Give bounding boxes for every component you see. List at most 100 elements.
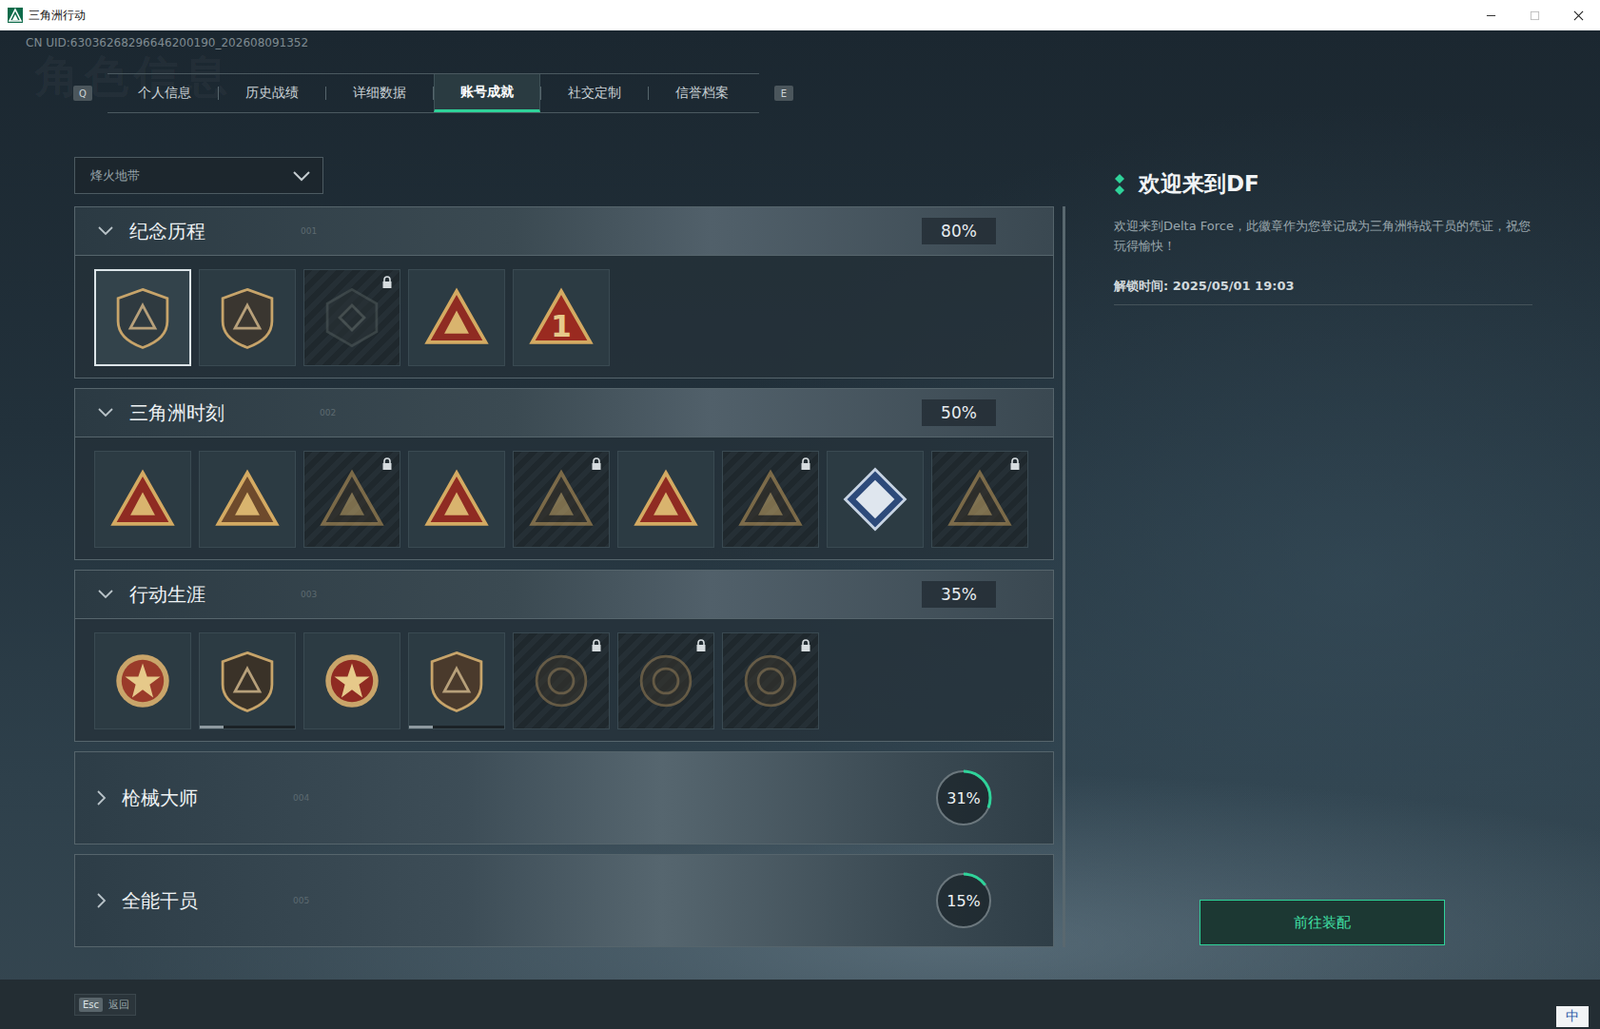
player-uid: CN UID:63036268296646200190_202608091352 [25,36,1600,50]
lock-icon [695,639,707,653]
section-title: 全能干员 [121,888,198,915]
tab[interactable]: 个人信息 [111,74,218,113]
title-bar: 三角洲行动 [0,0,1600,31]
diamond-marker-icon [1113,173,1126,196]
collapsed-section[interactable]: 枪械大师 004 31% [74,751,1054,845]
badge-progress-bar [199,725,295,729]
badge-tile[interactable] [303,450,401,548]
section-code: 003 [300,589,317,600]
chevron-right-icon [96,788,108,808]
badge-icon [107,464,178,535]
badge-icon [944,464,1015,535]
badge-icon [630,464,702,535]
back-button[interactable]: Esc 返回 [74,994,137,1016]
maximize-button[interactable] [1512,0,1557,31]
badge-tile[interactable] [408,269,506,367]
badge-grid [75,619,1054,742]
mode-dropdown[interactable]: 烽火地带 [74,156,324,195]
badge-tile[interactable] [931,450,1029,548]
badge-tile[interactable] [721,632,820,730]
achievement-panel: 烽火地带 纪念历程 001 80% 1 三角洲时刻 002 50% 行动生涯 0… [74,156,1069,948]
badge-tile[interactable] [94,632,192,730]
chevron-down-icon [96,407,116,419]
collapsed-section[interactable]: 全能干员 005 15% [74,854,1054,948]
badge-tile[interactable] [408,632,506,730]
progress-ring: 31% [933,767,995,829]
badge-icon [107,282,178,353]
chevron-down-icon [96,588,116,601]
badge-icon [212,464,283,535]
next-tab-key[interactable]: E [774,85,794,101]
achievement-section: 行动生涯 003 35% [74,569,1054,742]
section-code: 004 [292,793,310,803]
detail-description: 欢迎来到Delta Force，此徽章作为您登记成为三角洲特战干员的凭证，祝您玩… [1113,215,1533,257]
badge-icon [526,645,597,717]
badge-tile[interactable]: 1 [512,269,610,367]
badge-detail-panel: 欢迎来到DF 欢迎来到Delta Force，此徽章作为您登记成为三角洲特战干员… [1113,169,1533,946]
minimize-icon [1485,10,1497,21]
badge-icon [421,464,492,535]
badge-tile[interactable] [198,269,296,367]
chevron-down-icon [96,225,116,237]
tab[interactable]: 账号成就 [433,74,541,113]
lock-icon [800,457,812,471]
badge-tile[interactable] [198,450,296,548]
badge-icon [735,464,806,535]
badge-tile[interactable] [408,450,506,548]
progress-ring: 15% [933,870,995,932]
badge-icon [421,645,492,717]
lock-icon [800,639,812,653]
lock-icon [381,275,393,290]
tab[interactable]: 信誉档案 [648,74,756,113]
badge-icon [735,645,806,717]
badge-grid [75,437,1054,560]
lock-icon [381,457,393,471]
app-logo-icon [7,7,23,23]
section-header[interactable]: 行动生涯 003 35% [75,570,1054,620]
game-window: 三角洲行动 角色信息 CN UID:63036268296646200190_2… [0,0,1600,1029]
section-percent: 15% [933,870,995,932]
badge-glyph: 1 [550,309,572,344]
tab-bar: Q 个人信息 历史战绩 详细数据 账号成就 社交定制 信誉档案 E [73,74,1600,113]
section-title: 枪械大师 [121,785,198,812]
badge-icon [421,282,492,353]
badge-tile[interactable] [617,450,715,548]
section-title: 纪念历程 [129,218,206,245]
section-header[interactable]: 纪念历程 001 80% [75,207,1054,256]
badge-tile[interactable] [303,632,401,730]
achievement-section: 纪念历程 001 80% 1 [74,206,1054,379]
badge-icon [316,645,388,717]
section-percent: 50% [921,399,996,427]
section-code: 002 [319,408,336,418]
section-header[interactable]: 三角洲时刻 002 50% [75,389,1054,438]
close-icon [1573,10,1584,21]
badge-tile[interactable] [826,450,924,548]
badge-tile[interactable] [617,632,715,730]
scrollbar[interactable] [1062,206,1066,948]
tab[interactable]: 历史战绩 [218,74,326,113]
section-percent: 35% [921,581,996,608]
badge-tile[interactable] [303,269,401,367]
tab[interactable]: 详细数据 [326,74,433,113]
equip-button[interactable]: 前往装配 [1199,899,1445,946]
minimize-button[interactable] [1468,0,1513,31]
section-percent: 31% [933,767,995,829]
badge-tile[interactable] [721,450,820,548]
chevron-down-icon [292,170,312,182]
badge-icon [212,282,283,353]
badge-tile[interactable] [512,632,610,730]
ime-indicator[interactable]: 中 [1556,1006,1589,1028]
window-title: 三角洲行动 [28,7,86,24]
badge-icon [212,645,283,717]
badge-tile[interactable] [512,450,610,548]
close-button[interactable] [1556,0,1600,31]
tab[interactable]: 社交定制 [541,74,648,113]
badge-tile[interactable] [94,450,192,548]
badge-icon [630,645,702,717]
prev-tab-key[interactable]: Q [73,85,93,101]
detail-title: 欢迎来到DF [1138,169,1260,199]
footer-bar: Esc 返回 中 [0,979,1600,1029]
section-code: 001 [300,226,317,236]
badge-tile[interactable] [94,269,192,367]
badge-tile[interactable] [198,632,296,730]
